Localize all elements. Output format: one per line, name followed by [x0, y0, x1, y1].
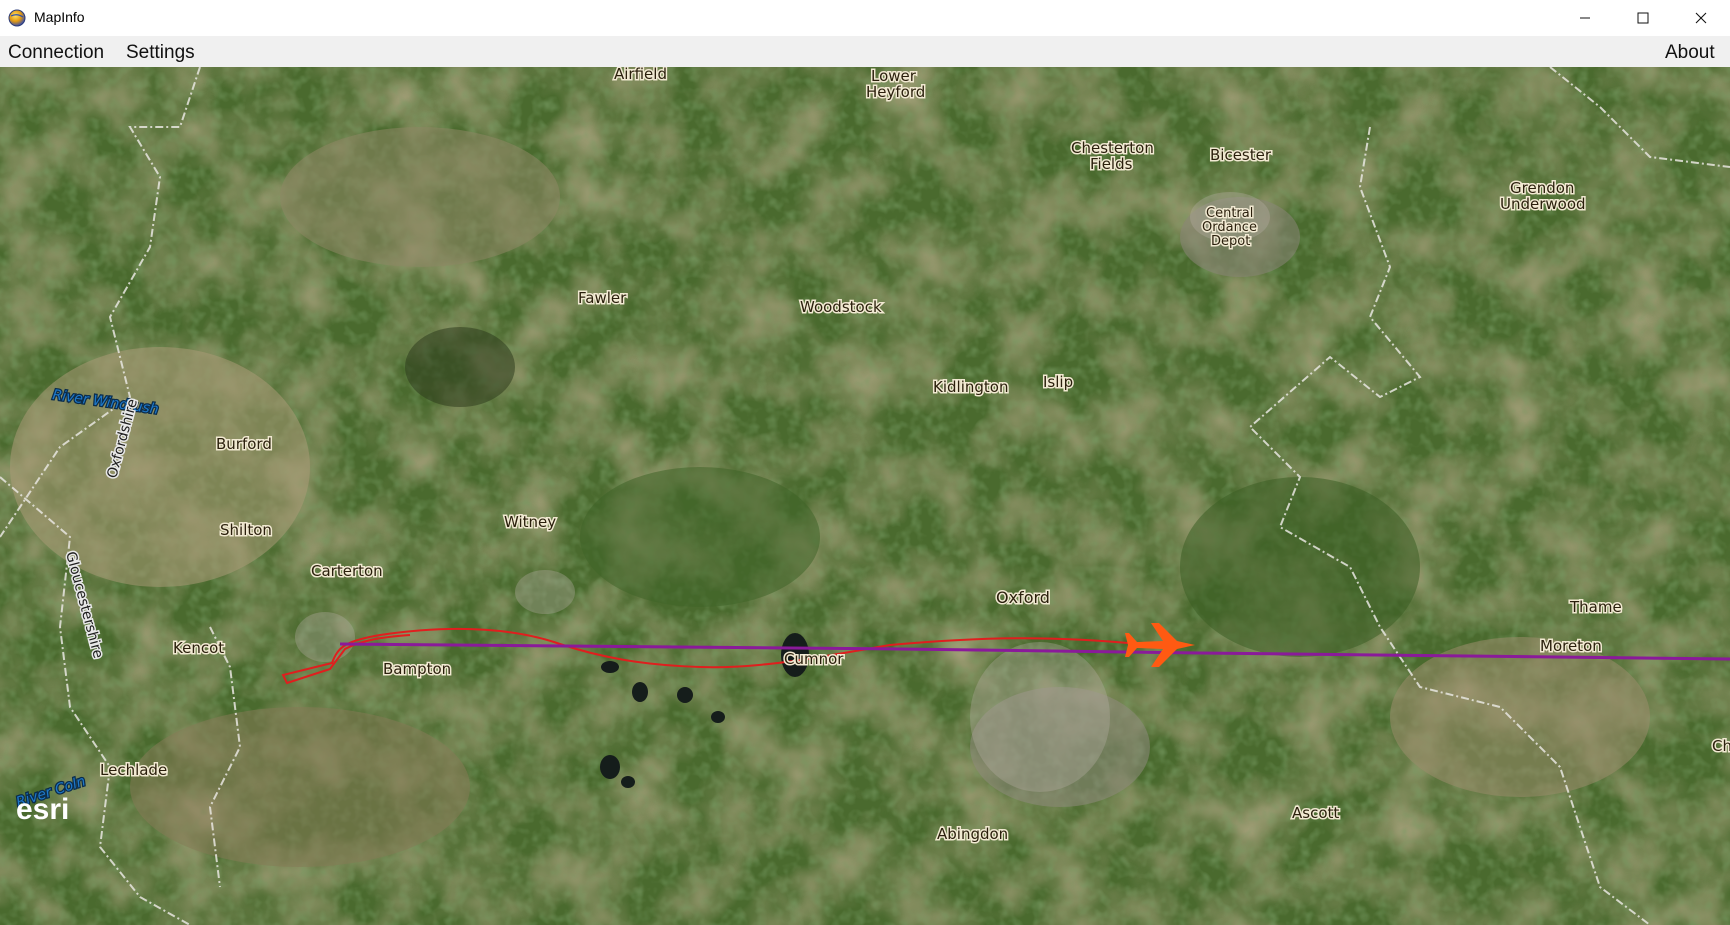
label-shilton: Shilton: [220, 521, 272, 539]
menu-about[interactable]: About: [1665, 42, 1715, 64]
label-underwood: Underwood: [1500, 195, 1586, 213]
label-bicester: Bicester: [1210, 146, 1272, 164]
label-kidlington: Kidlington: [933, 378, 1008, 396]
label-ch: Ch: [1712, 737, 1730, 755]
label-witney: Witney: [504, 513, 556, 531]
label-ordance: Ordance: [1202, 220, 1257, 235]
minimize-button[interactable]: [1556, 0, 1614, 36]
label-fawler: Fawler: [578, 289, 627, 307]
label-woodstock: Woodstock: [800, 298, 882, 316]
close-icon: [1695, 12, 1707, 24]
label-moreton: Moreton: [1540, 637, 1602, 655]
menu-connection[interactable]: Connection: [8, 42, 104, 64]
map-view[interactable]: Airfield Lower Heyford Chesterton Fields…: [0, 67, 1730, 925]
label-carterton: Carterton: [311, 562, 383, 580]
minimize-icon: [1580, 17, 1590, 19]
label-central: Central: [1206, 206, 1253, 221]
label-heyford: Heyford: [866, 83, 925, 101]
maximize-icon: [1637, 12, 1649, 24]
label-lechlade: Lechlade: [100, 761, 167, 779]
label-burford: Burford: [216, 435, 272, 453]
label-cumnor: Cumnor: [784, 650, 844, 668]
label-airfield: Airfield: [614, 67, 667, 83]
label-fields: Fields: [1090, 155, 1133, 173]
label-kencot: Kencot: [173, 639, 224, 657]
esri-logo: esri: [16, 793, 69, 826]
maximize-button[interactable]: [1614, 0, 1672, 36]
window-title: MapInfo: [34, 9, 85, 25]
close-button[interactable]: [1672, 0, 1730, 36]
satellite-map[interactable]: Airfield Lower Heyford Chesterton Fields…: [0, 67, 1730, 925]
menu-bar: Connection Settings About: [0, 36, 1730, 67]
label-ascott: Ascott: [1292, 804, 1339, 822]
title-bar: MapInfo: [0, 0, 1730, 36]
label-depot: Depot: [1211, 234, 1250, 249]
mapinfo-globe-icon: [8, 9, 26, 27]
label-islip: Islip: [1043, 373, 1073, 391]
label-bampton: Bampton: [383, 660, 451, 678]
label-oxford: Oxford: [996, 588, 1050, 607]
label-abingdon: Abingdon: [937, 825, 1008, 843]
label-thame: Thame: [1569, 598, 1622, 616]
menu-settings[interactable]: Settings: [126, 42, 195, 64]
